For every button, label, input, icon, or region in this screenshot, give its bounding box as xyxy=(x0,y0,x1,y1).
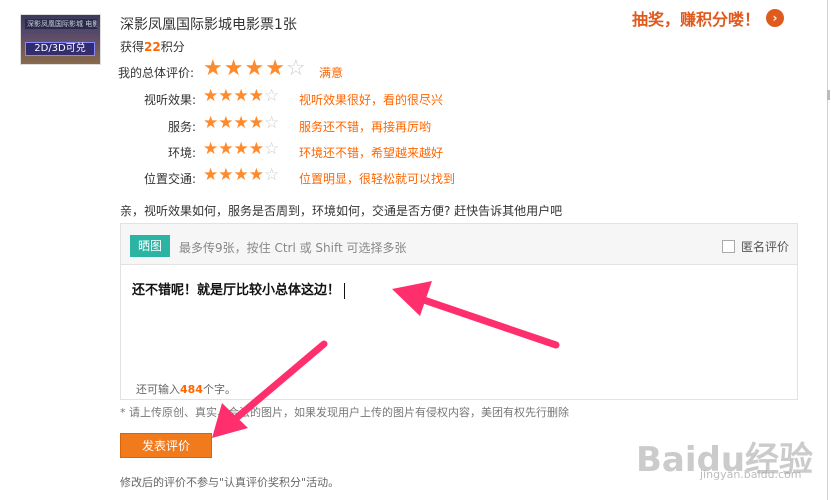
star-icon[interactable]: ★ xyxy=(244,58,264,80)
thumbnail-badge: 2D/3D可兑 xyxy=(25,42,95,56)
star-icon[interactable]: ★ xyxy=(203,58,223,80)
rating-stars-service[interactable]: ★ ★ ★ ★ ☆ xyxy=(203,115,279,132)
rating-text-location: 位置明显，很轻松就可以找到 xyxy=(299,172,456,186)
lottery-promo-link[interactable]: 抽奖，赚积分喽！ › xyxy=(632,6,785,30)
remain-value: 484 xyxy=(180,383,203,396)
anonymous-label: 匿名评价 xyxy=(740,240,789,254)
remain-suffix: 个字。 xyxy=(202,383,236,396)
edit-footnote: 修改后的评价不参与"认真评价奖积分"活动。 xyxy=(120,476,340,489)
review-prompt: 亲，视听效果如何，服务是否周到，环境如何，交通是否方便? 赶快告诉其他用户吧 xyxy=(120,204,563,218)
star-icon[interactable]: ★ xyxy=(249,167,264,184)
rating-stars-environment[interactable]: ★ ★ ★ ★ ☆ xyxy=(203,141,279,158)
star-icon[interactable]: ★ xyxy=(249,115,264,132)
star-icon[interactable]: ★ xyxy=(224,58,244,80)
points-prefix: 获得 xyxy=(120,40,145,54)
star-icon[interactable]: ★ xyxy=(203,88,218,105)
rating-label-av: 视听效果: xyxy=(143,93,196,107)
star-icon[interactable]: ☆ xyxy=(286,58,306,80)
star-icon[interactable]: ★ xyxy=(218,141,233,158)
points-value: 22 xyxy=(144,40,161,54)
upload-hint: 最多传9张，按住 Ctrl 或 Shift 可选择多张 xyxy=(179,241,407,255)
star-icon[interactable]: ★ xyxy=(234,167,249,184)
rating-text-service: 服务还不错，再接再厉哟 xyxy=(299,120,432,134)
rating-stars-av[interactable]: ★ ★ ★ ★ ☆ xyxy=(203,88,279,105)
review-editor[interactable]: 晒图 最多传9张，按住 Ctrl 或 Shift 可选择多张 匿名评价 还不错呢… xyxy=(120,223,798,400)
points-suffix: 积分 xyxy=(160,40,185,54)
star-icon[interactable]: ★ xyxy=(249,88,264,105)
star-icon[interactable]: ★ xyxy=(234,88,249,105)
char-remaining: 还可输入484个字。 xyxy=(136,381,236,397)
review-textarea[interactable]: 还不错呢！就是厅比较小总体这边！ xyxy=(132,279,346,299)
star-icon[interactable]: ★ xyxy=(234,115,249,132)
star-icon[interactable]: ★ xyxy=(203,167,218,184)
points-earned: 获得22积分 xyxy=(120,38,185,55)
product-title[interactable]: 深影凤凰国际影城电影票1张 xyxy=(120,14,297,34)
baidu-watermark-url: jingyan.baidu.com xyxy=(700,468,802,481)
star-icon[interactable]: ☆ xyxy=(264,115,279,132)
overall-rating-label: 我的总体评价: xyxy=(118,66,195,80)
promo-text: 抽奖，赚积分喽！ xyxy=(632,10,761,29)
remain-prefix: 还可输入 xyxy=(136,383,180,396)
chevron-right-icon: › xyxy=(766,9,785,27)
submit-review-button[interactable]: 发表评价 xyxy=(120,433,212,458)
rating-stars-location[interactable]: ★ ★ ★ ★ ☆ xyxy=(203,167,279,184)
anonymous-toggle[interactable]: 匿名评价 xyxy=(721,238,789,255)
star-icon[interactable]: ★ xyxy=(218,88,233,105)
upload-notice: * 请上传原创、真实、合法的图片，如果发现用户上传的图片有侵权内容，美团有权先行… xyxy=(120,406,569,419)
text-caret xyxy=(344,282,346,299)
rating-label-location: 位置交通: xyxy=(143,172,196,186)
anonymous-checkbox[interactable] xyxy=(721,240,735,253)
scrollbar-thumb[interactable] xyxy=(827,90,830,100)
page-right-border xyxy=(827,0,828,500)
star-icon[interactable]: ★ xyxy=(203,141,218,158)
overall-rating-text: 满意 xyxy=(319,66,344,80)
thumbnail-header: 深影凤凰国际影城 电影票 xyxy=(25,19,97,29)
star-icon[interactable]: ★ xyxy=(203,115,218,132)
movie-thumbnail: 深影凤凰国际影城 电影票 2D/3D可兑 xyxy=(20,14,101,65)
star-icon[interactable]: ★ xyxy=(218,167,233,184)
upload-photo-button[interactable]: 晒图 xyxy=(130,235,170,257)
star-icon[interactable]: ☆ xyxy=(264,167,279,184)
star-icon[interactable]: ☆ xyxy=(264,88,279,105)
star-icon[interactable]: ☆ xyxy=(264,141,279,158)
star-icon[interactable]: ★ xyxy=(218,115,233,132)
review-text: 还不错呢！就是厅比较小总体这边！ xyxy=(132,283,341,298)
star-icon[interactable]: ★ xyxy=(234,141,249,158)
star-icon[interactable]: ★ xyxy=(249,141,264,158)
editor-toolbar: 晒图 最多传9张，按住 Ctrl 或 Shift 可选择多张 匿名评价 xyxy=(121,224,797,265)
overall-rating-stars[interactable]: ★ ★ ★ ★ ☆ xyxy=(203,58,307,80)
star-icon[interactable]: ★ xyxy=(265,58,285,80)
rating-label-environment: 环境: xyxy=(167,146,196,160)
rating-text-environment: 环境还不错，希望越来越好 xyxy=(299,146,444,160)
rating-label-service: 服务: xyxy=(167,120,196,134)
rating-text-av: 视听效果很好，看的很尽兴 xyxy=(299,93,444,107)
